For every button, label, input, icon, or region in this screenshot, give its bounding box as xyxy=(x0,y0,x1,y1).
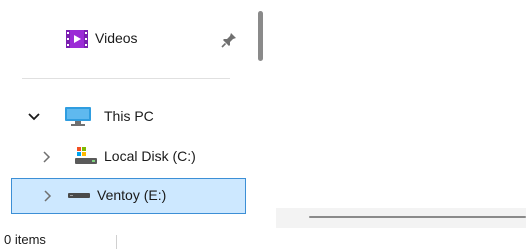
chevron-down-icon[interactable] xyxy=(28,113,40,121)
horizontal-scrollbar-thumb[interactable] xyxy=(309,216,526,218)
removable-drive-icon xyxy=(68,193,90,198)
content-horizontal-scrollbar[interactable] xyxy=(276,208,526,228)
nav-item-this-pc[interactable]: This PC xyxy=(0,100,252,134)
drive-icon xyxy=(75,147,97,164)
nav-item-label: Ventoy (E:) xyxy=(97,187,167,203)
nav-item-videos[interactable]: Videos xyxy=(0,22,252,56)
nav-item-local-disk[interactable]: Local Disk (C:) xyxy=(0,140,252,174)
chevron-right-icon[interactable] xyxy=(43,151,51,163)
nav-item-label: Videos xyxy=(95,30,138,46)
chevron-right-icon[interactable] xyxy=(44,190,52,202)
nav-item-ventoy[interactable]: Ventoy (E:) xyxy=(11,178,246,214)
navigation-pane: Videos This PC Local Disk (C:) Ventoy (E… xyxy=(0,0,256,228)
status-bar: 0 items xyxy=(0,228,526,251)
nav-item-label: This PC xyxy=(104,108,154,124)
status-divider xyxy=(116,235,117,249)
item-count: 0 items xyxy=(4,232,46,247)
videos-folder-icon xyxy=(66,30,88,48)
navigation-scrollbar-thumb[interactable] xyxy=(258,11,263,61)
nav-item-label: Local Disk (C:) xyxy=(104,148,196,164)
pin-icon[interactable] xyxy=(221,32,237,48)
nav-divider xyxy=(22,78,230,79)
monitor-icon xyxy=(65,107,91,126)
